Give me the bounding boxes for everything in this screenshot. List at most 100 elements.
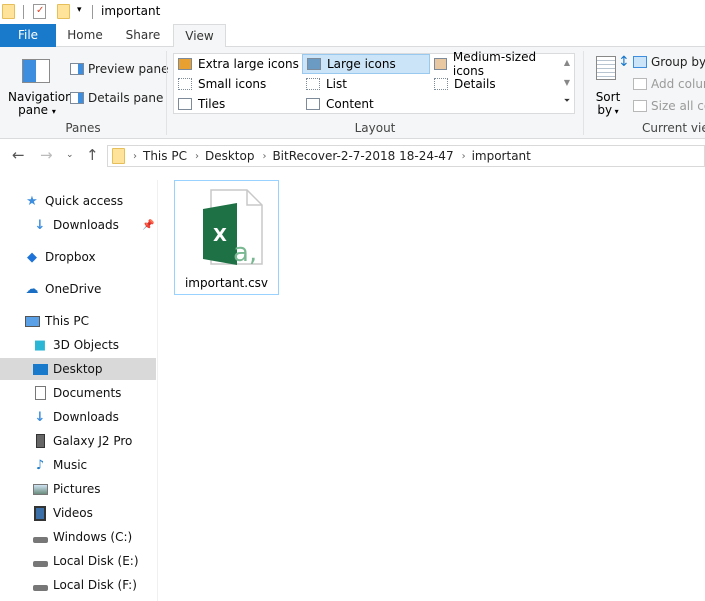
sort-icon — [596, 56, 616, 80]
layout-medium-icons[interactable]: Medium-sized icons — [430, 50, 560, 78]
forward-arrow-icon[interactable]: → — [40, 146, 53, 164]
dropbox-icon: ◆ — [27, 249, 37, 265]
nav-item-downloads-pinned[interactable]: ↓ Downloads 📌 — [0, 214, 156, 236]
group-by-button[interactable]: Group by — [633, 55, 705, 69]
sort-by-button[interactable]: ↕ Sort by ▾ — [590, 51, 630, 117]
nav-item-3d-objects[interactable]: ■ 3D Objects — [0, 334, 156, 356]
nav-item-documents[interactable]: Documents — [0, 382, 156, 404]
layout-details[interactable]: Details — [430, 74, 560, 94]
details-pane-button[interactable]: Details pane — [70, 91, 163, 105]
dropdown-arrow-icon: ▾ — [51, 107, 56, 116]
nav-item-local-disk-f[interactable]: Local Disk (F:) — [0, 574, 156, 596]
preview-pane-icon — [70, 63, 84, 75]
gallery-scroll-up-icon[interactable]: ▲ — [560, 58, 574, 67]
tiles-icon — [178, 98, 192, 110]
drive-icon — [32, 553, 48, 569]
chevron-right-icon: › — [262, 150, 267, 162]
onedrive-cloud-icon: ☁ — [25, 281, 39, 297]
preview-pane-button[interactable]: Preview pane — [70, 62, 168, 76]
breadcrumb-important[interactable]: important — [472, 149, 531, 163]
recent-locations-chevron-icon[interactable]: ⌄ — [66, 150, 74, 160]
nav-item-this-pc[interactable]: This PC — [0, 310, 156, 332]
nav-item-pictures[interactable]: Pictures — [0, 478, 156, 500]
nav-item-desktop[interactable]: Desktop — [0, 358, 156, 380]
large-icons-icon — [307, 58, 321, 70]
separator — [92, 5, 93, 19]
layout-small-icons[interactable]: Small icons — [174, 74, 302, 94]
pictures-icon — [32, 481, 48, 497]
layout-extra-large-icons[interactable]: Extra large icons — [174, 54, 302, 74]
tab-view[interactable]: View — [173, 24, 226, 48]
drive-icon — [32, 577, 48, 593]
group-label-current-view: Current view — [642, 121, 705, 135]
layout-gallery: Extra large icons Small icons Tiles Larg… — [173, 50, 575, 114]
window-title: important — [101, 4, 161, 18]
downloads-arrow-icon: ↓ — [34, 409, 46, 425]
content-icon — [306, 98, 320, 110]
nav-item-videos[interactable]: Videos — [0, 502, 156, 524]
folder-icon — [112, 148, 125, 164]
music-note-icon: ♪ — [35, 457, 45, 473]
extra-large-icons-icon — [178, 58, 192, 70]
breadcrumb-this-pc[interactable]: This PC — [143, 149, 187, 163]
customize-dropdown-icon[interactable]: ▾ — [77, 5, 82, 15]
details-pane-icon — [70, 92, 84, 104]
quick-access-star-icon: ★ — [26, 193, 38, 209]
gallery-expand-icon[interactable]: ⏷ — [560, 96, 574, 106]
file-item[interactable]: X a, important.csv — [174, 180, 279, 295]
group-separator — [583, 51, 584, 135]
nav-item-downloads[interactable]: ↓ Downloads — [0, 406, 156, 428]
group-label-panes: Panes — [65, 121, 101, 135]
nav-item-windows-c[interactable]: Windows (C:) — [0, 526, 156, 548]
excel-csv-file-icon: X a, — [203, 189, 263, 268]
add-columns-icon — [633, 78, 647, 90]
nav-item-galaxy-j2-pro[interactable]: Galaxy J2 Pro — [0, 430, 156, 452]
folder-icon — [2, 4, 15, 19]
pin-icon[interactable]: 📌 — [142, 220, 154, 231]
up-arrow-icon[interactable]: ↑ — [86, 146, 99, 164]
nav-item-quick-access[interactable]: ★ Quick access — [0, 190, 156, 212]
svg-text:X: X — [213, 225, 227, 246]
ribbon: Navigation pane ▾ Preview pane Details p… — [0, 47, 705, 139]
layout-content[interactable]: Content — [302, 94, 430, 114]
tab-home[interactable]: Home — [56, 24, 114, 47]
title-bar: ✓ ▾ important — [0, 0, 705, 24]
desktop-icon — [32, 361, 48, 377]
nav-item-music[interactable]: ♪ Music — [0, 454, 156, 476]
breadcrumb-bitrecover[interactable]: BitRecover-2-7-2018 18-24-47 — [272, 149, 453, 163]
layout-list[interactable]: List — [302, 74, 430, 94]
new-folder-icon[interactable] — [57, 4, 70, 19]
windows-drive-icon — [32, 529, 48, 545]
tab-share[interactable]: Share — [114, 24, 172, 47]
size-columns-icon — [633, 100, 647, 112]
3d-objects-icon: ■ — [33, 337, 47, 353]
ribbon-tabs: File Home Share View — [0, 24, 705, 48]
separator — [23, 5, 24, 19]
navigation-pane-label: Navigation — [8, 90, 73, 104]
layout-tiles[interactable]: Tiles — [174, 94, 302, 114]
tab-file[interactable]: File — [0, 24, 56, 47]
nav-item-dropbox[interactable]: ◆ Dropbox — [0, 246, 156, 268]
group-by-icon — [633, 56, 647, 68]
size-all-columns-button[interactable]: Size all columns — [633, 99, 705, 113]
sort-arrow-icon: ↕ — [618, 54, 630, 70]
chevron-right-icon: › — [194, 150, 199, 162]
nav-item-onedrive[interactable]: ☁ OneDrive — [0, 278, 156, 300]
add-columns-button[interactable]: Add columns — [633, 77, 705, 91]
navigation-pane-button[interactable]: Navigation pane ▾ — [8, 51, 73, 117]
layout-large-icons[interactable]: Large icons — [302, 54, 430, 74]
chevron-right-icon: › — [133, 150, 137, 162]
gallery-scroll-down-icon[interactable]: ▼ — [560, 78, 574, 87]
address-bar[interactable]: › This PC › Desktop › BitRecover-2-7-201… — [107, 145, 705, 167]
phone-icon — [32, 433, 48, 449]
videos-icon — [32, 505, 48, 521]
back-arrow-icon[interactable]: ← — [12, 146, 25, 164]
downloads-arrow-icon: ↓ — [34, 217, 46, 233]
navigation-pane: ★ Quick access ↓ Downloads 📌 ◆ Dropbox ☁… — [0, 180, 158, 601]
nav-item-local-disk-e[interactable]: Local Disk (E:) — [0, 550, 156, 572]
details-icon — [434, 78, 448, 90]
file-name-label: important.csv — [184, 276, 269, 290]
breadcrumb-desktop[interactable]: Desktop — [205, 149, 255, 163]
small-icons-icon — [178, 78, 192, 90]
properties-icon[interactable]: ✓ — [33, 4, 46, 19]
